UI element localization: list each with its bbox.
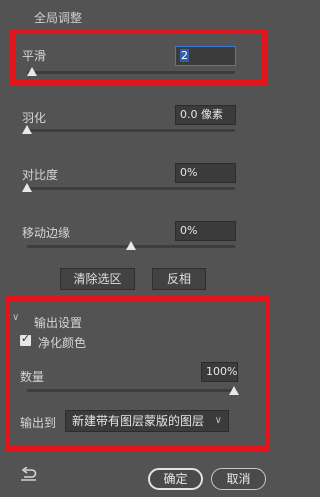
cancel-button[interactable]: 取消 xyxy=(211,468,266,490)
amount-label: 数量 xyxy=(20,370,45,384)
output-settings-title: 输出设置 xyxy=(34,316,83,330)
output-to-label: 输出到 xyxy=(20,416,57,430)
smooth-input[interactable]: 2 xyxy=(175,46,236,66)
amount-input[interactable]: 100% xyxy=(201,362,238,382)
shift-edge-slider-thumb[interactable] xyxy=(126,241,136,250)
output-to-select[interactable]: 新建带有图层蒙版的图层 ∨ xyxy=(65,410,229,432)
contrast-slider-track[interactable] xyxy=(27,187,235,190)
feather-label: 羽化 xyxy=(22,111,47,125)
feather-input[interactable]: 0.0 像素 xyxy=(175,105,236,125)
smooth-value: 2 xyxy=(180,49,189,62)
ok-button[interactable]: 确定 xyxy=(148,468,203,490)
contrast-label: 对比度 xyxy=(22,168,59,182)
reset-icon[interactable] xyxy=(21,467,37,481)
amount-slider-track[interactable] xyxy=(27,389,237,392)
feather-slider-track[interactable] xyxy=(27,129,235,132)
global-adjust-title: 全局调整 xyxy=(34,11,83,25)
feather-slider-thumb[interactable] xyxy=(22,125,32,134)
decontaminate-label: 净化颜色 xyxy=(38,336,87,350)
shift-edge-input[interactable]: 0% xyxy=(175,221,236,241)
smooth-slider-thumb[interactable] xyxy=(27,67,37,76)
smooth-slider-track[interactable] xyxy=(27,71,235,74)
clear-selection-button[interactable]: 清除选区 xyxy=(60,268,135,290)
contrast-input[interactable]: 0% xyxy=(175,163,236,183)
contrast-slider-thumb[interactable] xyxy=(22,183,32,192)
dropdown-chevron-icon: ∨ xyxy=(214,415,222,426)
amount-slider-thumb[interactable] xyxy=(229,386,239,395)
shift-edge-label: 移动边缘 xyxy=(22,226,71,240)
chevron-down-icon[interactable]: ∨ xyxy=(12,312,19,323)
smooth-label: 平滑 xyxy=(22,49,47,63)
invert-button[interactable]: 反相 xyxy=(152,268,206,290)
checkmark-icon: ✓ xyxy=(21,332,31,345)
output-to-value: 新建带有图层蒙版的图层 xyxy=(72,414,205,428)
decontaminate-checkbox[interactable]: ✓ xyxy=(20,332,31,346)
